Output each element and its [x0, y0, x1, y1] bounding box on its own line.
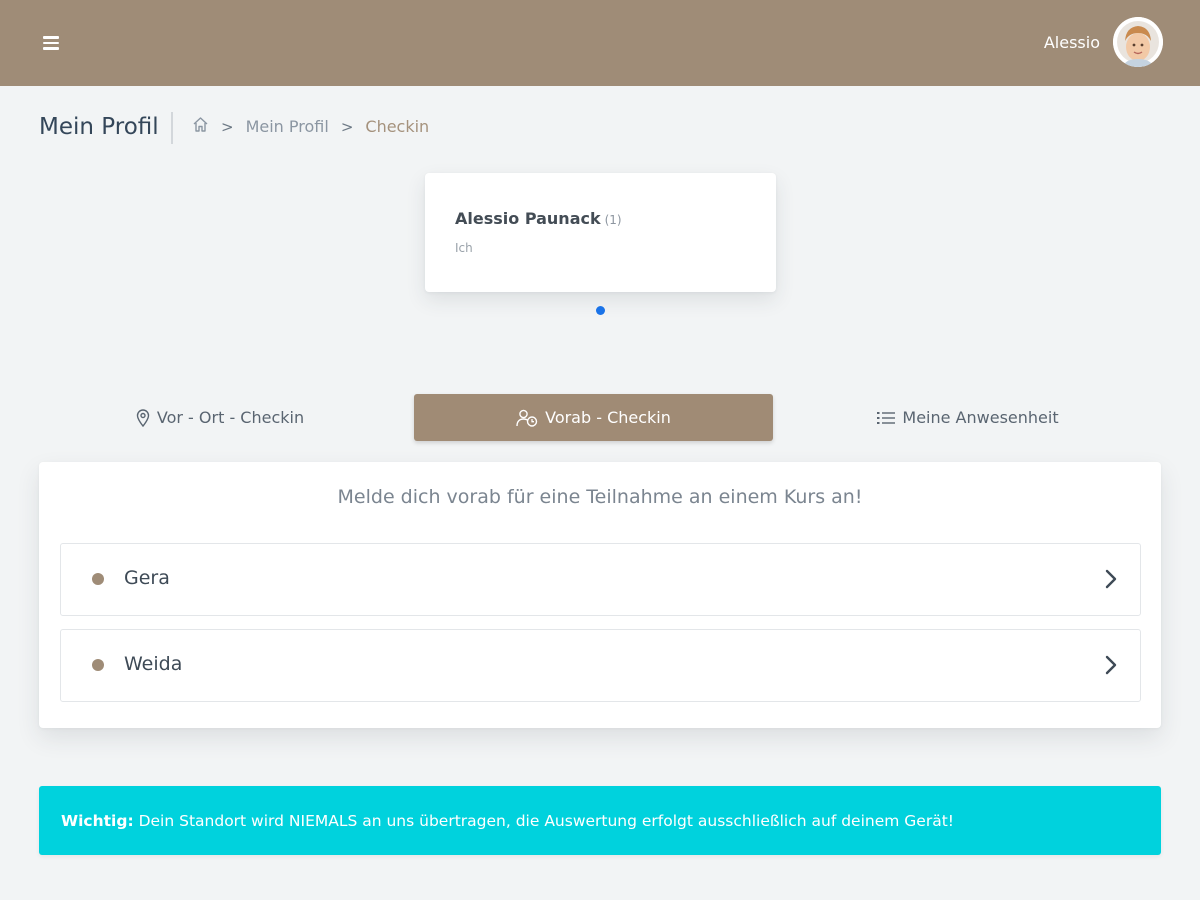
user-name[interactable]: Alessio [1044, 33, 1100, 52]
carousel-indicator-dot[interactable] [596, 306, 605, 315]
list-icon [877, 411, 896, 425]
list-item-course-gera[interactable]: Gera [60, 543, 1141, 616]
avatar[interactable] [1113, 17, 1163, 67]
course-panel: Melde dich vorab für eine Teilnahme an e… [39, 462, 1161, 728]
tab-label: Meine Anwesenheit [902, 408, 1059, 427]
tab-vor-ort-checkin[interactable]: Vor - Ort - Checkin [40, 394, 400, 441]
breadcrumb: > Mein Profil > Checkin [192, 116, 429, 137]
hamburger-menu-icon[interactable] [43, 36, 59, 50]
home-icon[interactable] [192, 116, 209, 137]
status-dot [92, 573, 104, 585]
user-clock-icon [516, 409, 538, 427]
course-label: Weida [124, 653, 183, 675]
course-label: Gera [124, 567, 170, 589]
list-item-course-weida[interactable]: Weida [60, 629, 1141, 702]
member-role: Ich [455, 241, 473, 255]
top-bar: Alessio [0, 0, 1200, 86]
location-pin-icon [136, 408, 150, 427]
breadcrumb-item-checkin: Checkin [365, 117, 430, 136]
tab-label: Vor - Ort - Checkin [156, 408, 305, 427]
breadcrumb-separator: > [221, 117, 234, 136]
breadcrumb-divider [171, 112, 173, 144]
status-dot [92, 659, 104, 671]
member-card[interactable]: Alessio Paunack (1) Ich [425, 173, 776, 292]
alert-prefix: Wichtig: [61, 812, 134, 830]
page-title: Mein Profil [39, 114, 159, 140]
member-name-line: Alessio Paunack (1) [455, 209, 622, 228]
tab-label: Vorab - Checkin [545, 408, 671, 427]
breadcrumb-item-mein-profil[interactable]: Mein Profil [246, 117, 329, 136]
tab-meine-anwesenheit[interactable]: Meine Anwesenheit [788, 394, 1148, 441]
breadcrumb-separator: > [340, 117, 354, 136]
tab-vorab-checkin[interactable]: Vorab - Checkin [414, 394, 773, 441]
panel-intro-text: Melde dich vorab für eine Teilnahme an e… [337, 486, 863, 508]
alert-message: Wichtig: Dein Standort wird NIEMALS an u… [61, 812, 954, 830]
info-alert: Wichtig: Dein Standort wird NIEMALS an u… [39, 786, 1161, 855]
chevron-right-icon [1104, 568, 1118, 594]
alert-text: Dein Standort wird NIEMALS an uns übertr… [133, 812, 954, 830]
member-count: (1) [604, 213, 622, 227]
chevron-right-icon [1104, 654, 1118, 680]
member-name: Alessio Paunack [455, 209, 601, 228]
